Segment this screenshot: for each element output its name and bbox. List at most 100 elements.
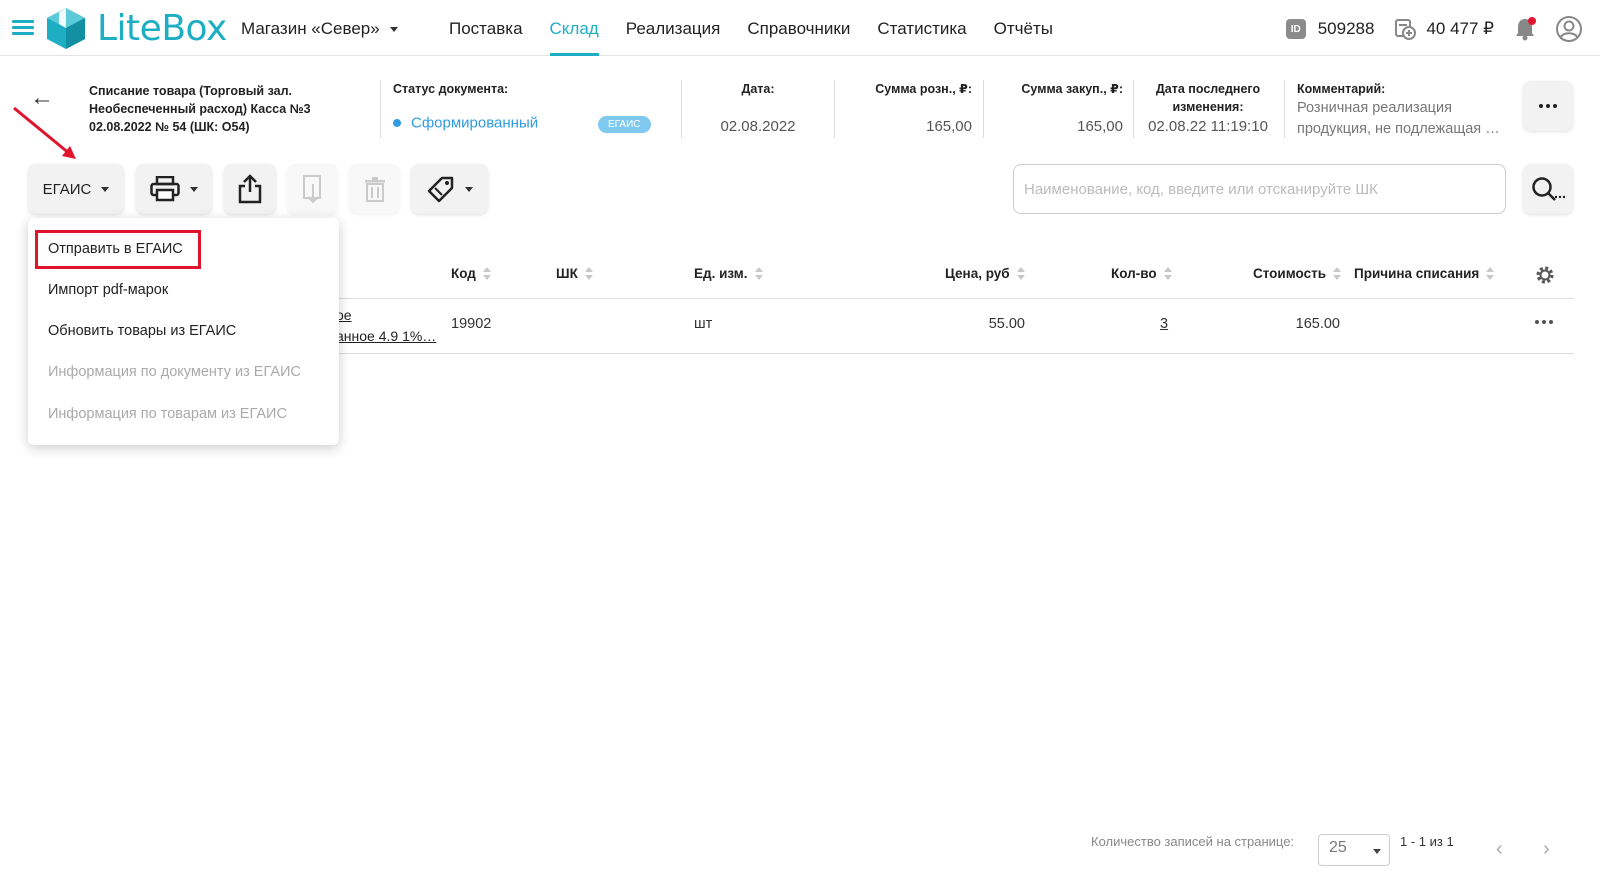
sort-icon: [754, 266, 764, 281]
column-header-qty[interactable]: Кол-во: [1111, 266, 1173, 281]
store-name: Магазин «Север»: [241, 19, 380, 38]
cell-price: 55.00: [988, 316, 1025, 332]
column-header-label: Цена, руб: [945, 266, 1010, 281]
cell-code: 19902: [451, 316, 492, 332]
column-header-cost[interactable]: Стоимость: [1253, 266, 1342, 281]
column-header-code[interactable]: Код: [451, 266, 492, 281]
sort-icon: [1016, 266, 1026, 281]
nav-item-directories[interactable]: Справочники: [747, 0, 850, 56]
column-header-price[interactable]: Цена, руб: [945, 266, 1026, 281]
cell-unit: шт: [694, 316, 713, 332]
product-name-line: ое: [336, 307, 352, 323]
chevron-down-icon: [389, 26, 398, 32]
comment-line: продукция, не подлежащая …: [1297, 121, 1500, 137]
balance-value: 40 477 ₽: [1426, 19, 1494, 38]
purchase-sum-value: 165,00: [1077, 118, 1123, 135]
menu-icon[interactable]: [12, 20, 34, 36]
main-nav: Поставка Склад Реализация Справочники Ст…: [449, 0, 1080, 56]
header-right: ID 509288 40 477 ₽: [1285, 14, 1600, 44]
menu-item-products-info: Информация по товарам из ЕГАИС: [48, 406, 287, 422]
nav-item-statistics[interactable]: Статистика: [877, 0, 966, 56]
balance-icon[interactable]: [1394, 18, 1417, 40]
annotation-arrow-icon: [13, 106, 76, 159]
more-dots-icon: [1535, 320, 1553, 324]
egais-badge: ЕГАИС: [598, 116, 651, 133]
row-more-button[interactable]: [1535, 320, 1553, 324]
nav-item-sales[interactable]: Реализация: [626, 0, 721, 56]
modified-value: 02.08.22 11:19:10: [1148, 118, 1268, 135]
date-label: Дата:: [741, 82, 775, 96]
gear-icon[interactable]: [1535, 265, 1555, 285]
cell-cost: 165.00: [1295, 316, 1340, 332]
search-input[interactable]: [1013, 164, 1506, 214]
store-selector[interactable]: Магазин «Север»: [241, 19, 398, 39]
status-dot-icon: [393, 119, 401, 128]
column-header-unit[interactable]: Ед. изм.: [694, 266, 764, 281]
per-page-label: Количество записей на странице:: [1091, 834, 1295, 849]
status-column: Статус документа: Сформированный ЕГАИС: [393, 80, 663, 140]
purchase-sum-column: Сумма закуп., ₽: 165,00: [990, 80, 1123, 140]
export-button[interactable]: [224, 164, 276, 214]
trash-icon: [364, 177, 385, 202]
column-header-label: Ед. изм.: [694, 266, 748, 281]
chevron-down-icon: [1373, 849, 1381, 854]
modified-label: Дата последнего: [1155, 82, 1261, 96]
date-column: Дата: 02.08.2022: [682, 80, 834, 140]
comment-line: Розничная реализация: [1297, 100, 1452, 116]
top-bar: LiteBox Магазин «Север» Поставка Склад Р…: [0, 0, 1600, 56]
purchase-sum-label: Сумма закуп., ₽:: [1021, 82, 1123, 96]
download-document-icon: [302, 175, 321, 204]
logo[interactable]: LiteBox: [45, 6, 227, 50]
column-header-barcode[interactable]: ШК: [556, 266, 594, 281]
sort-icon: [482, 266, 492, 281]
print-button[interactable]: [136, 164, 212, 214]
column-header-reason[interactable]: Причина списания: [1354, 266, 1495, 281]
search-button[interactable]: [1523, 164, 1573, 214]
notification-dot: [1528, 17, 1536, 25]
prev-page-icon[interactable]: ‹: [1496, 838, 1503, 861]
column-header-label: Код: [451, 266, 476, 281]
chevron-down-icon: [190, 186, 198, 192]
printer-icon: [150, 176, 180, 202]
logo-cube-icon: [47, 8, 85, 49]
date-value: 02.08.2022: [720, 118, 796, 135]
per-page-value: 25: [1329, 839, 1347, 856]
import-button[interactable]: [287, 164, 338, 214]
tag-icon: [427, 176, 453, 203]
egais-dropdown-menu: Отправить в ЕГАИС Импорт pdf-марок Обнов…: [28, 218, 339, 445]
nav-item-reports[interactable]: Отчёты: [994, 0, 1053, 56]
search-icon: [1532, 177, 1565, 201]
price-tag-button[interactable]: [411, 164, 488, 214]
column-header-label: Стоимость: [1253, 266, 1327, 281]
modified-label: изменения:: [1172, 100, 1244, 114]
product-name-link[interactable]: ое анное 4.9 1%…: [336, 305, 441, 347]
user-avatar-icon[interactable]: [1556, 16, 1582, 42]
upload-icon: [238, 174, 262, 204]
next-page-icon[interactable]: ›: [1543, 838, 1550, 861]
column-header-label: ШК: [556, 266, 578, 281]
doc-title-line: Необеспеченный расход) Касса №3: [89, 102, 311, 116]
logo-text: LiteBox: [97, 7, 227, 49]
divider: [834, 80, 835, 138]
chevron-down-icon: [101, 186, 110, 192]
menu-item-import-pdf-marks[interactable]: Импорт pdf-марок: [48, 282, 168, 298]
nav-item-supply[interactable]: Поставка: [449, 0, 523, 56]
nav-item-warehouse[interactable]: Склад: [549, 0, 599, 56]
retail-sum-value: 165,00: [926, 118, 972, 135]
sort-icon: [1163, 266, 1173, 281]
doc-title-line: Списание товара (Торговый зал.: [89, 84, 292, 98]
menu-item-update-from-egais[interactable]: Обновить товары из ЕГАИС: [48, 323, 236, 339]
modified-column: Дата последнего изменения: 02.08.22 11:1…: [1134, 80, 1282, 140]
egais-menu-button[interactable]: ЕГАИС: [28, 164, 124, 214]
comment-column: Комментарий: Розничная реализация продук…: [1297, 80, 1512, 140]
delete-button[interactable]: [349, 164, 400, 214]
id-icon: ID: [1285, 19, 1306, 39]
cell-qty-link[interactable]: 3: [1160, 316, 1168, 332]
account-id: 509288: [1317, 19, 1375, 38]
menu-item-document-info: Информация по документу из ЕГАИС: [48, 364, 301, 380]
document-title: Списание товара (Торговый зал. Необеспеч…: [89, 82, 369, 136]
per-page-select[interactable]: 25: [1318, 834, 1390, 866]
menu-item-send-to-egais[interactable]: Отправить в ЕГАИС: [48, 241, 183, 257]
document-more-button[interactable]: [1523, 81, 1573, 131]
bell-icon[interactable]: [1514, 17, 1536, 41]
